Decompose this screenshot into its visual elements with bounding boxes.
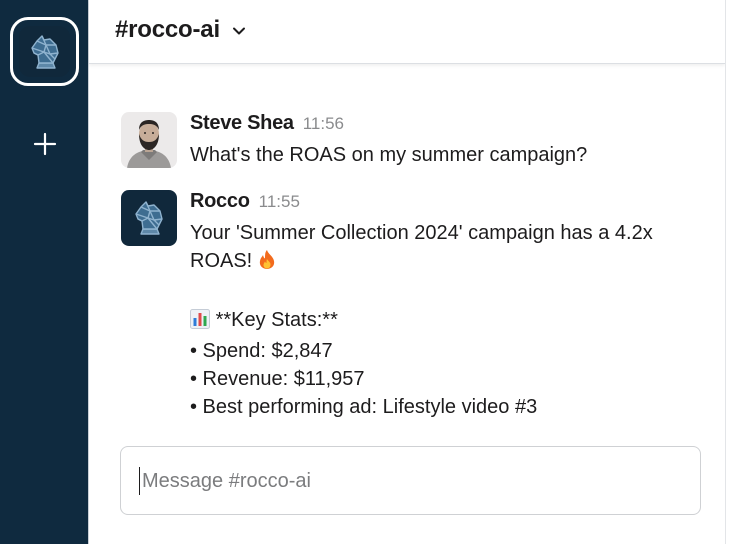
channel-title-button[interactable]: #rocco-ai: [115, 16, 246, 44]
plus-icon: [33, 132, 57, 156]
message-line: • Revenue: $11,957: [190, 368, 365, 390]
slack-app-window: #rocco-ai Steve Shea 11:56 What's the RO…: [0, 0, 731, 544]
message-item: Rocco 11:55 Your 'Summer Collection 2024…: [121, 190, 653, 421]
message-body: Rocco 11:55 Your 'Summer Collection 2024…: [190, 190, 653, 421]
workspace-button[interactable]: [10, 17, 79, 86]
bar-chart-icon: [190, 309, 210, 337]
message-line: What's the ROAS on my summer campaign?: [190, 144, 588, 166]
workspace-rail: [0, 0, 89, 544]
message-line-blank: [190, 278, 653, 306]
channel-header: #rocco-ai: [89, 0, 725, 64]
bot-avatar[interactable]: [121, 190, 177, 246]
message-timestamp[interactable]: 11:56: [303, 114, 344, 134]
message-line: **Key Stats:**: [215, 309, 338, 331]
window-edge: [725, 0, 731, 544]
message-item: Steve Shea 11:56 What's the ROAS on my s…: [121, 112, 587, 169]
add-workspace-button[interactable]: [27, 126, 63, 162]
user-photo-avatar[interactable]: [121, 112, 177, 168]
message-line: ROAS!: [190, 250, 253, 272]
message-composer[interactable]: [120, 446, 701, 515]
message-text: What's the ROAS on my summer campaign?: [190, 141, 587, 169]
sender-name[interactable]: Steve Shea: [190, 112, 294, 135]
message-header: Rocco 11:55: [190, 190, 653, 216]
message-text: Your 'Summer Collection 2024' campaign h…: [190, 219, 653, 421]
message-timestamp[interactable]: 11:55: [259, 192, 300, 212]
fire-icon: [258, 249, 276, 278]
message-header: Steve Shea 11:56: [190, 112, 587, 138]
workspace-logo: [19, 26, 70, 77]
message-line-with-emoji: ROAS!: [190, 247, 653, 278]
knight-logo-icon: [30, 34, 59, 69]
chevron-down-icon: [232, 26, 246, 36]
message-line-with-emoji: **Key Stats:**: [190, 306, 653, 337]
message-line: Your 'Summer Collection 2024' campaign h…: [190, 222, 653, 244]
channel-name: #rocco-ai: [115, 16, 220, 43]
sender-name[interactable]: Rocco: [190, 190, 250, 213]
message-line: • Best performing ad: Lifestyle video #3: [190, 396, 538, 418]
message-body: Steve Shea 11:56 What's the ROAS on my s…: [190, 112, 587, 169]
knight-logo-icon: [135, 201, 163, 235]
message-line: • Spend: $2,847: [190, 340, 333, 362]
message-input[interactable]: [139, 467, 682, 495]
